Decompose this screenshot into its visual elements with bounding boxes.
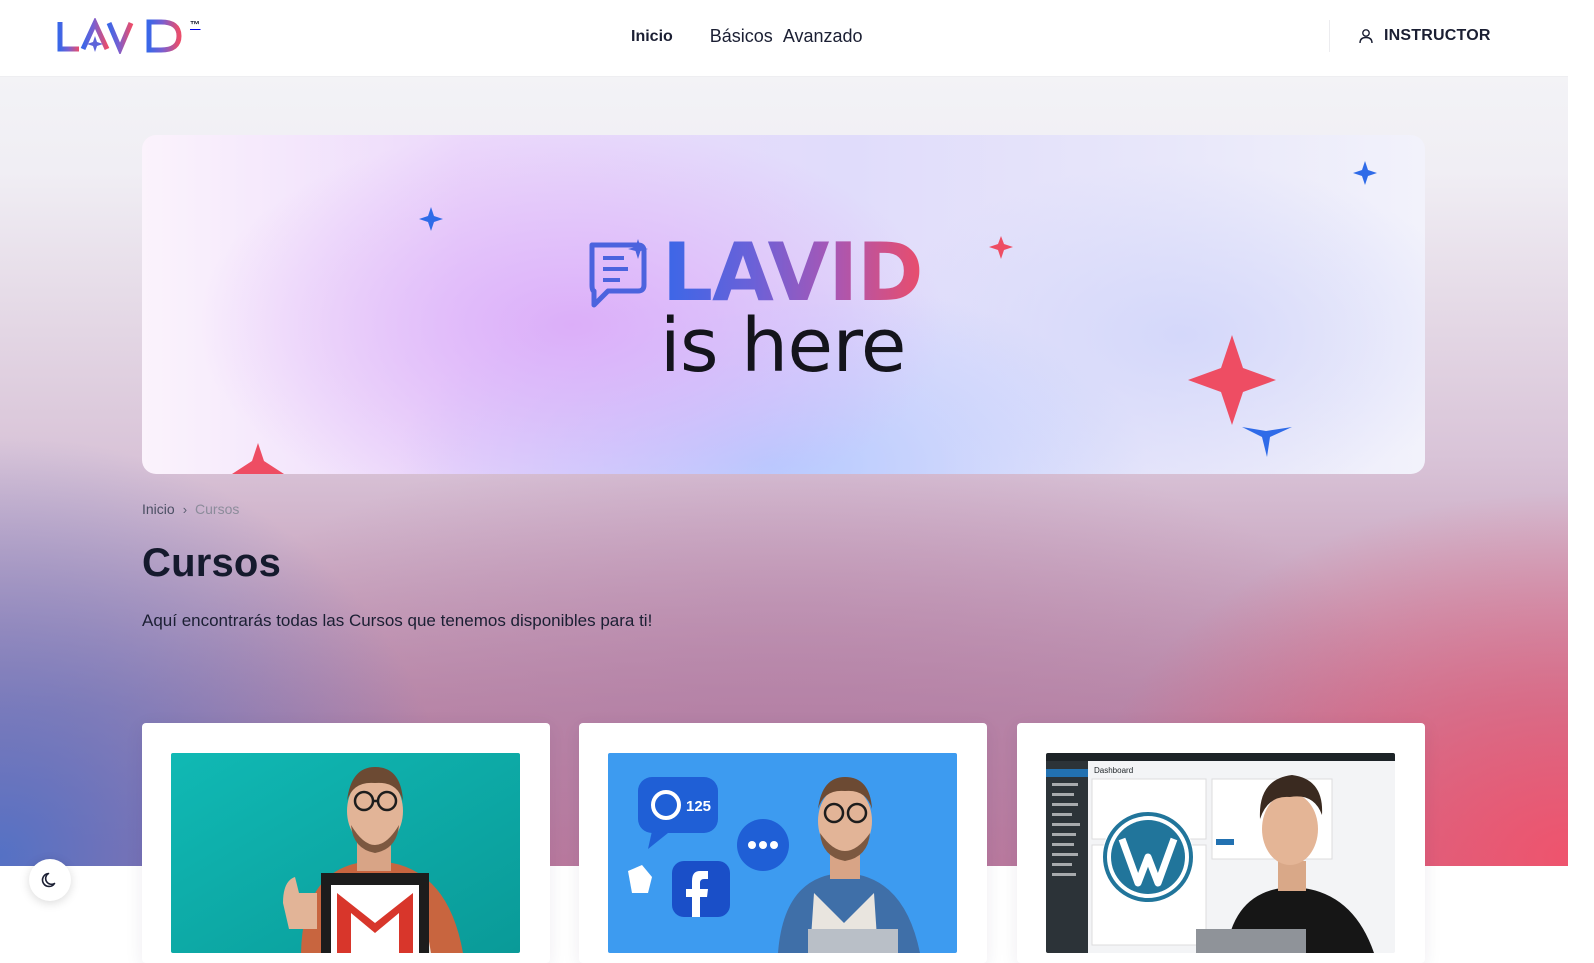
breadcrumb-current: Cursos: [195, 501, 240, 517]
trademark-symbol: ™: [190, 20, 201, 31]
facebook-icon: [672, 861, 730, 917]
gmail-course-image: [171, 753, 520, 953]
course-card[interactable]: [142, 723, 550, 963]
sparkle-pink-large: [1188, 335, 1276, 425]
moon-icon: [41, 872, 56, 888]
main-nav: Inicio Básicos Avanzado: [631, 26, 863, 47]
nav-item-basicos[interactable]: Básicos: [710, 26, 773, 47]
sparkle-blue-small-right: [1353, 161, 1377, 185]
notification-count: 125: [686, 798, 711, 815]
user-icon: [1359, 29, 1373, 44]
course-card[interactable]: Dashboard: [1017, 723, 1425, 963]
wordpress-icon: [1102, 811, 1194, 903]
course-thumbnail[interactable]: [171, 753, 520, 953]
gmail-icon: [321, 873, 429, 953]
page-description: Aquí encontrarás todas las Cursos que te…: [142, 611, 653, 630]
banner-subtitle: is here: [660, 303, 906, 389]
nav-item-avanzado[interactable]: Avanzado: [783, 26, 863, 47]
sparkle-pink-small: [989, 236, 1013, 259]
lavid-logo-icon: [57, 18, 182, 54]
nav-item-inicio[interactable]: Inicio: [631, 28, 673, 46]
message-dots-icon: [737, 819, 789, 871]
header-divider: [1329, 20, 1330, 52]
breadcrumb: Inicio › Cursos: [142, 501, 239, 517]
sparkle-blue-small-left: [419, 207, 443, 231]
course-thumbnail[interactable]: Dashboard: [1046, 753, 1395, 953]
breadcrumb-home-link[interactable]: Inicio: [142, 501, 175, 517]
wordpress-course-image: Dashboard: [1046, 753, 1395, 953]
sparkle-pink-bottom: [232, 443, 284, 474]
course-card[interactable]: 125: [579, 723, 987, 963]
chat-sparkle-icon: [589, 239, 648, 308]
instructor-label: INSTRUCTOR: [1384, 27, 1491, 44]
sparkle-blue-large: [1242, 427, 1292, 457]
social-media-course-image: 125: [608, 753, 957, 953]
site-logo[interactable]: ™: [57, 18, 201, 58]
site-header: ™ Inicio Básicos Avanzado INSTRUCTOR: [0, 0, 1568, 76]
hero-banner: LAVID is here: [142, 135, 1425, 474]
screen-title: Dashboard: [1094, 766, 1133, 775]
page-title: Cursos: [142, 541, 282, 585]
instructor-button[interactable]: INSTRUCTOR: [1358, 27, 1491, 45]
chevron-right-icon: ›: [182, 501, 188, 517]
banner-title: LAVID: [662, 226, 924, 319]
dark-mode-toggle[interactable]: [29, 859, 71, 901]
course-thumbnail[interactable]: 125: [608, 753, 957, 953]
window-scrollbar-track[interactable]: [1568, 0, 1594, 944]
